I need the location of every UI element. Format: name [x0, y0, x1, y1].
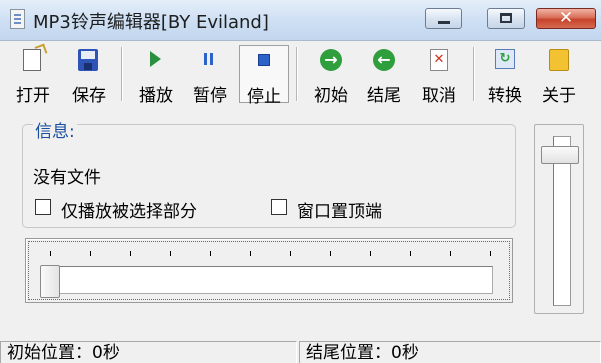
play-selection-only-checkbox[interactable]: 仅播放被选择部分	[35, 197, 245, 222]
pause-button[interactable]: 暂停	[187, 45, 233, 106]
trackbar-tick	[210, 251, 211, 256]
trackbar-tick	[250, 251, 251, 256]
close-button[interactable]: ✕	[536, 8, 596, 29]
open-button[interactable]: 打开	[13, 45, 53, 106]
stay-on-top-checkbox[interactable]: 窗口置顶端	[271, 197, 421, 222]
start-position-status: 初始位置：0秒	[0, 341, 297, 363]
status-bar: 初始位置：0秒 结尾位置：0秒	[0, 339, 601, 363]
minimize-button[interactable]	[425, 8, 462, 29]
trackbar-tick	[330, 251, 331, 256]
save-button[interactable]: 保存	[68, 45, 110, 106]
trackbar-tick	[450, 251, 451, 256]
trackbar-tick	[410, 251, 411, 256]
open-label: 打开	[16, 86, 50, 106]
set-start-label: 初始	[314, 86, 348, 106]
set-end-label: 结尾	[367, 86, 401, 106]
play-button[interactable]: 播放	[134, 45, 178, 106]
maximize-icon	[500, 13, 512, 23]
trackbar-tick	[490, 251, 491, 256]
toolbar-separator	[121, 47, 123, 101]
pause-label: 暂停	[193, 86, 227, 106]
stop-icon	[258, 54, 270, 66]
checkbox-box[interactable]	[271, 199, 287, 215]
cancel-button[interactable]: ✕ 取消	[417, 45, 461, 106]
maximize-button[interactable]	[487, 8, 525, 29]
toolbar-separator	[296, 47, 298, 101]
info-group-legend: 信息:	[33, 117, 77, 142]
window-title: MP3铃声编辑器[BY Eviland]	[33, 12, 269, 33]
trackbar-tick	[130, 251, 131, 256]
about-icon	[549, 49, 569, 71]
save-label: 保存	[72, 86, 106, 106]
minimize-icon	[438, 21, 450, 24]
set-end-button[interactable]: ← 结尾	[362, 45, 406, 106]
app-icon	[10, 9, 25, 29]
open-file-icon	[23, 49, 41, 71]
trackbar-tick	[290, 251, 291, 256]
about-label: 关于	[542, 86, 576, 106]
pause-icon	[204, 53, 207, 65]
position-trackbar[interactable]	[43, 266, 493, 294]
trackbar-tick	[50, 251, 51, 256]
save-icon	[78, 49, 98, 71]
toolbar-separator	[473, 47, 475, 101]
stop-button[interactable]: 停止	[239, 45, 289, 107]
cancel-icon: ✕	[430, 49, 448, 71]
convert-label: 转换	[488, 86, 522, 106]
toolbar: 打开 保存 播放 暂停 停止 → 初始 ← 结尾 ✕ 取消 ↻ 转换 关于	[0, 41, 601, 107]
title-bar[interactable]: MP3铃声编辑器[BY Eviland] ✕	[0, 0, 601, 41]
start-arrow-icon: →	[320, 49, 342, 71]
convert-icon: ↻	[495, 49, 515, 69]
trackbar-tick	[90, 251, 91, 256]
stay-on-top-label: 窗口置顶端	[297, 202, 382, 222]
convert-button[interactable]: ↻ 转换	[483, 45, 527, 106]
checkbox-box[interactable]	[35, 199, 51, 215]
end-position-status: 结尾位置：0秒	[299, 341, 601, 363]
vertical-trackbar-thumb[interactable]	[541, 146, 579, 164]
file-status-text: 没有文件	[33, 168, 101, 188]
stop-label: 停止	[247, 87, 281, 107]
trackbar-tick	[370, 251, 371, 256]
trackbar-tick	[170, 251, 171, 256]
about-button[interactable]: 关于	[537, 45, 581, 106]
position-trackbar-thumb[interactable]	[40, 265, 60, 298]
cancel-label: 取消	[422, 86, 456, 106]
play-selection-only-label: 仅播放被选择部分	[61, 202, 197, 222]
play-icon	[150, 51, 161, 67]
close-icon: ✕	[558, 8, 574, 28]
end-arrow-icon: ←	[373, 49, 395, 71]
set-start-button[interactable]: → 初始	[309, 45, 353, 106]
play-label: 播放	[139, 86, 173, 106]
